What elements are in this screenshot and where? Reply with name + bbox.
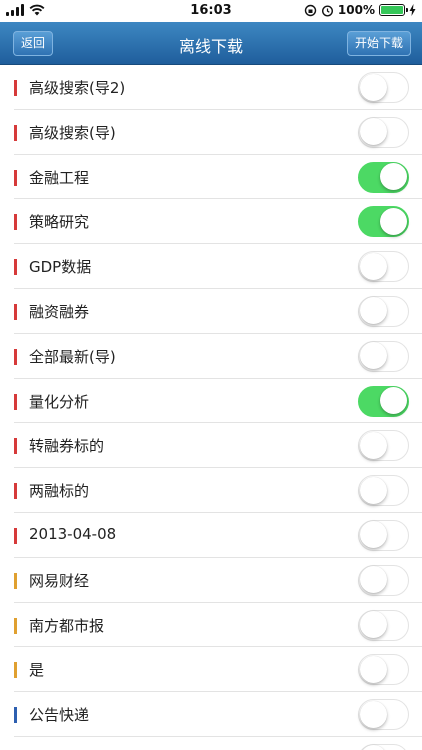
toggle-knob [359, 655, 387, 683]
download-toggle[interactable] [358, 72, 409, 103]
alarm-icon [321, 4, 333, 17]
list-item-label: 量化分析 [29, 392, 90, 411]
download-toggle[interactable] [358, 609, 409, 641]
download-toggle[interactable] [358, 206, 409, 238]
list-item-label: 公告快递 [29, 706, 90, 725]
list-item-label: 融资融券 [29, 302, 90, 321]
list-item[interactable]: 高级搜索(导) [0, 110, 422, 155]
orientation-lock-icon [304, 4, 317, 16]
list-item-label: 全部最新(导) [29, 347, 116, 366]
battery-icon [379, 4, 408, 16]
category-marker [14, 572, 17, 589]
download-toggle[interactable] [358, 340, 409, 372]
list-item[interactable]: 2013-04-08 [0, 513, 422, 558]
start-download-button[interactable]: 开始下载 [346, 31, 411, 56]
list-item-label: 网易财经 [29, 571, 90, 590]
battery-percent: 100% [337, 3, 375, 17]
list-item[interactable]: 南方都市报 [0, 603, 422, 648]
category-marker [14, 438, 17, 455]
category-marker [14, 259, 17, 276]
list-item[interactable]: GDP数据 [0, 244, 422, 289]
category-marker [14, 303, 17, 320]
toggle-knob [359, 521, 387, 549]
category-marker [14, 80, 17, 96]
toggle-knob [359, 700, 387, 728]
category-marker [14, 662, 17, 679]
list-item-label: 金融工程 [29, 168, 90, 187]
download-toggle[interactable] [358, 385, 409, 417]
list-item-label: 高级搜索(导) [29, 123, 116, 142]
download-toggle[interactable] [358, 251, 409, 283]
category-marker [14, 617, 17, 634]
toggle-knob [359, 297, 387, 325]
toggle-knob [359, 252, 387, 280]
download-toggle[interactable] [358, 430, 409, 462]
list-item[interactable]: 量化分析 [0, 379, 422, 424]
list-item[interactable]: 两融标的 [0, 468, 422, 513]
category-marker [14, 214, 17, 231]
list-item[interactable] [0, 737, 422, 750]
toggle-knob [380, 163, 407, 191]
download-toggle[interactable] [358, 116, 409, 148]
category-marker [14, 707, 17, 724]
category-marker [14, 348, 17, 365]
category-marker [14, 483, 17, 500]
list-item[interactable]: 是 [0, 647, 422, 692]
status-right: 100% [304, 3, 416, 17]
category-marker [14, 169, 17, 186]
status-bar: 16:03 100% [0, 0, 422, 22]
download-toggle[interactable] [358, 161, 409, 193]
list-item-label: 两融标的 [29, 482, 90, 501]
toggle-knob [380, 207, 407, 235]
list-item[interactable]: 金融工程 [0, 155, 422, 200]
toggle-knob [359, 566, 387, 594]
category-marker [14, 393, 17, 410]
download-toggle[interactable] [358, 295, 409, 327]
list-item-label: 高级搜索(导2) [29, 79, 126, 97]
category-marker [14, 124, 17, 141]
download-toggle[interactable] [358, 475, 409, 507]
navigation-bar: 返回 离线下载 开始下载 [0, 22, 422, 65]
toggle-knob [359, 118, 387, 146]
list-item[interactable]: 全部最新(导) [0, 334, 422, 379]
list-item[interactable]: 转融券标的 [0, 423, 422, 468]
toggle-knob [380, 387, 407, 415]
toggle-knob [359, 611, 387, 639]
list-item[interactable]: 融资融券 [0, 289, 422, 334]
download-list: 高级搜索(导2) 高级搜索(导) 金融工程策略研究 GDP数据融资融券全部最新(导) 量… [0, 65, 422, 750]
toggle-knob [359, 342, 387, 370]
list-item[interactable]: 策略研究 [0, 199, 422, 244]
list-item[interactable]: 网易财经 [0, 558, 422, 603]
battery-level [381, 6, 403, 14]
category-marker [14, 527, 17, 544]
list-item-label: 转融券标的 [29, 437, 105, 456]
list-item-label: 南方都市报 [29, 616, 105, 635]
toggle-knob [359, 73, 387, 101]
toggle-knob [359, 476, 387, 504]
list-item[interactable]: 高级搜索(导2) [0, 65, 422, 110]
download-toggle[interactable] [358, 654, 409, 686]
list-item-label: GDP数据 [29, 258, 92, 277]
list-item-label: 2013-04-08 [29, 524, 117, 543]
charging-bolt-icon [409, 4, 416, 16]
download-toggle[interactable] [358, 564, 409, 596]
download-toggle[interactable] [358, 699, 409, 731]
download-toggle[interactable] [358, 743, 409, 750]
list-item-label: 策略研究 [29, 213, 90, 232]
download-toggle[interactable] [358, 519, 409, 551]
list-item-label: 是 [29, 661, 45, 680]
toggle-knob [359, 431, 387, 459]
toggle-knob [359, 745, 387, 750]
list-item[interactable]: 公告快递 [0, 692, 422, 737]
